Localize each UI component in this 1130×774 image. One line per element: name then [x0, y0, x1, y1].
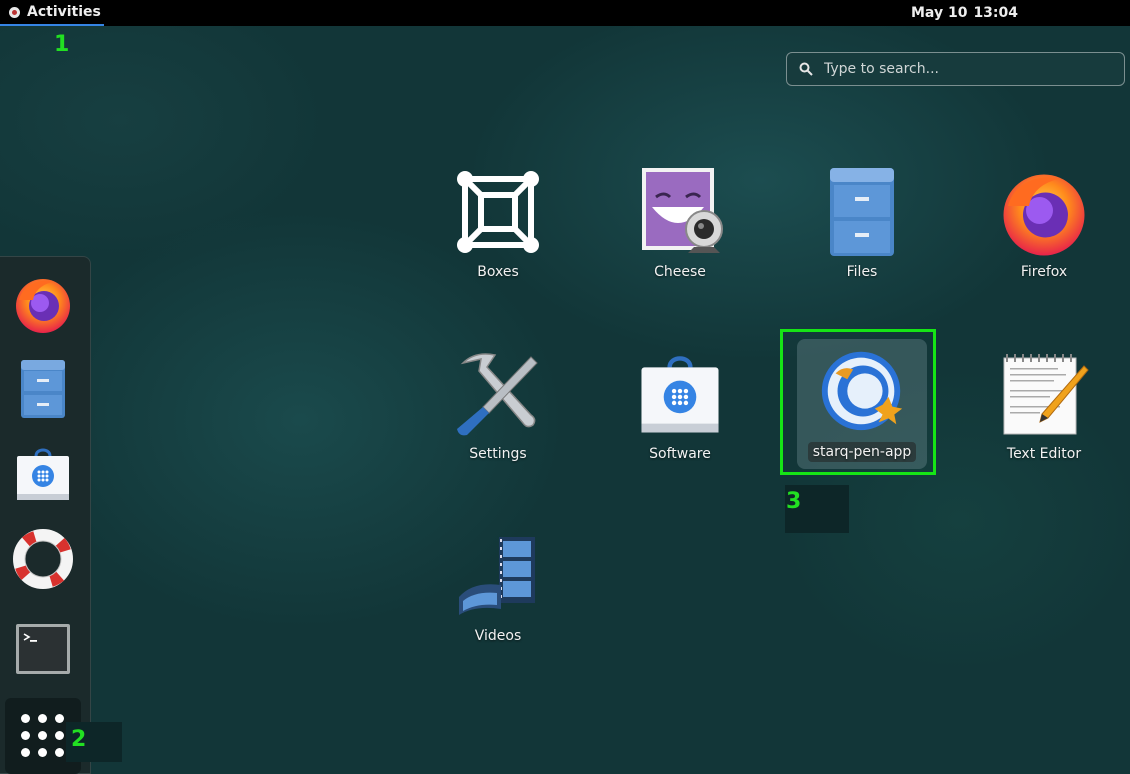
app-software[interactable]: Software — [610, 346, 750, 506]
dash-item-terminal[interactable] — [6, 612, 80, 686]
search-box[interactable] — [786, 52, 1125, 86]
marker-2: 2 — [71, 727, 87, 752]
app-label: Videos — [474, 628, 522, 644]
wrench-screwdriver-icon — [457, 353, 538, 436]
app-label: Boxes — [477, 264, 519, 280]
app-label: Firefox — [1020, 264, 1068, 280]
file-cabinet-icon — [830, 168, 894, 256]
app-label: Cheese — [654, 264, 706, 280]
notepad-pencil-icon — [1003, 354, 1089, 435]
app-label: Text Editor — [1006, 446, 1082, 462]
app-text-editor[interactable]: Text Editor — [974, 346, 1114, 506]
activities-button[interactable]: Activities — [0, 0, 104, 26]
shopping-bag-icon — [641, 356, 719, 433]
dash-item-files[interactable] — [6, 352, 80, 426]
shopping-bag-icon — [17, 448, 69, 500]
dash-item-firefox[interactable] — [6, 267, 80, 341]
app-settings[interactable]: Settings — [428, 346, 568, 506]
app-label: Settings — [469, 446, 527, 462]
marker-1: 1 — [54, 32, 70, 57]
app-boxes[interactable]: Boxes — [428, 164, 568, 324]
boxes-icon — [457, 171, 539, 253]
activities-label: Activities — [27, 4, 101, 20]
selection-highlight-frame — [780, 329, 936, 475]
clock-time: 13:04 — [973, 5, 1019, 21]
search-icon — [799, 62, 813, 76]
lifebuoy-icon — [13, 529, 73, 589]
app-files[interactable]: Files — [792, 164, 932, 324]
dash-panel — [0, 256, 91, 774]
app-label: Files — [846, 264, 878, 280]
top-bar: Activities May 10 13:04 — [0, 0, 1130, 26]
terminal-icon — [16, 624, 70, 674]
clock-date: May 10 — [911, 5, 968, 21]
file-cabinet-icon — [21, 360, 65, 418]
film-reel-icon — [459, 537, 535, 615]
search-input[interactable] — [822, 60, 1106, 78]
app-firefox[interactable]: Firefox — [974, 164, 1114, 324]
app-grid-icon — [21, 714, 30, 723]
activities-indicator-icon — [9, 6, 20, 18]
firefox-icon — [1003, 174, 1085, 256]
dash-item-help[interactable] — [6, 522, 80, 596]
dash-item-software[interactable] — [6, 437, 80, 511]
app-videos[interactable]: Videos — [428, 528, 568, 688]
app-cheese[interactable]: Cheese — [610, 164, 750, 324]
cheese-webcam-icon — [642, 168, 723, 253]
marker-3: 3 — [786, 489, 802, 514]
app-label: Software — [649, 446, 711, 462]
clock-button[interactable]: May 10 13:04 — [911, 0, 1024, 26]
firefox-icon — [16, 279, 70, 333]
